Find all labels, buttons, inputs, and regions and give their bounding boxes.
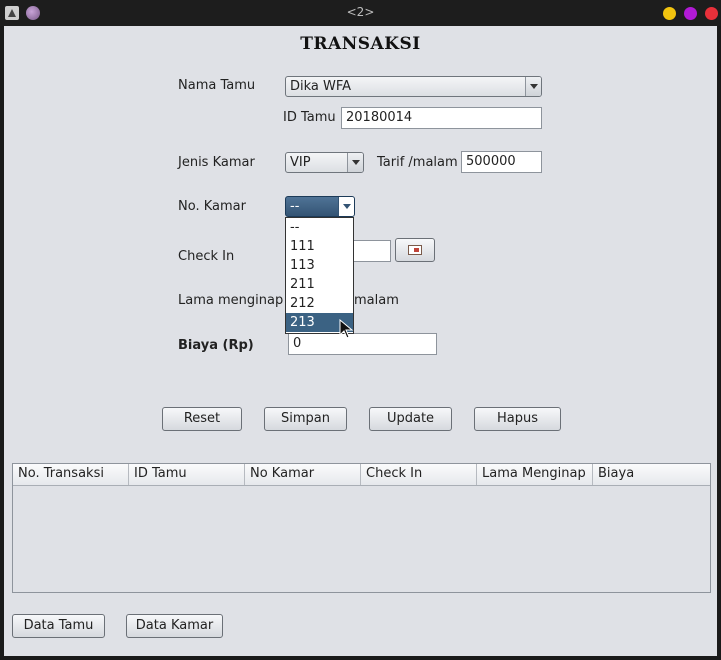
maximize-button[interactable]	[684, 7, 697, 20]
lama-menginap-unit: malam	[354, 293, 399, 308]
biaya-label: Biaya (Rp)	[178, 338, 254, 353]
data-tamu-button[interactable]: Data Tamu	[12, 614, 105, 638]
page-title: TRANSAKSI	[300, 34, 421, 54]
calendar-icon	[408, 245, 422, 255]
column-header-check-in[interactable]: Check In	[361, 464, 477, 485]
table-header: No. Transaksi ID Tamu No Kamar Check In …	[13, 464, 710, 486]
dropdown-option[interactable]: --	[286, 218, 353, 237]
no-kamar-select[interactable]: --	[285, 196, 355, 217]
dropdown-option[interactable]: 211	[286, 275, 353, 294]
jenis-kamar-value: VIP	[290, 155, 311, 170]
jenis-kamar-label: Jenis Kamar	[178, 155, 255, 170]
window-title: <2>	[346, 5, 375, 19]
transaksi-table[interactable]: No. Transaksi ID Tamu No Kamar Check In …	[12, 463, 711, 593]
dropdown-option[interactable]: 212	[286, 294, 353, 313]
no-kamar-label: No. Kamar	[178, 199, 246, 214]
main-window: TRANSAKSI Nama Tamu Dika WFA ID Tamu 201…	[4, 26, 717, 656]
no-kamar-dropdown[interactable]: -- 111 113 211 212 213	[285, 217, 354, 334]
reset-button[interactable]: Reset	[162, 407, 242, 431]
tarif-label: Tarif /malam	[377, 155, 458, 170]
column-header-id-tamu[interactable]: ID Tamu	[129, 464, 245, 485]
column-header-lama-menginap[interactable]: Lama Menginap	[477, 464, 593, 485]
update-button[interactable]: Update	[369, 407, 452, 431]
nama-tamu-value: Dika WFA	[290, 79, 352, 94]
dropdown-option[interactable]: 113	[286, 256, 353, 275]
biaya-field[interactable]: 0	[288, 333, 437, 355]
jenis-kamar-select[interactable]: VIP	[285, 152, 364, 173]
minimize-button[interactable]	[663, 7, 676, 20]
column-header-no-kamar[interactable]: No Kamar	[245, 464, 361, 485]
chevron-down-icon[interactable]	[525, 77, 541, 96]
title-bar: <2>	[0, 0, 721, 26]
column-header-biaya[interactable]: Biaya	[593, 464, 710, 485]
data-kamar-button[interactable]: Data Kamar	[126, 614, 223, 638]
dropdown-option[interactable]: 111	[286, 237, 353, 256]
id-tamu-field[interactable]: 20180014	[341, 107, 542, 129]
nama-tamu-select[interactable]: Dika WFA	[285, 76, 542, 97]
check-in-label: Check In	[178, 249, 235, 264]
tarif-field[interactable]: 500000	[461, 151, 542, 173]
simpan-button[interactable]: Simpan	[264, 407, 347, 431]
mouse-pointer-icon	[339, 319, 354, 339]
nama-tamu-label: Nama Tamu	[178, 78, 256, 93]
chevron-down-icon[interactable]	[338, 197, 354, 216]
no-kamar-value: --	[290, 199, 300, 214]
chevron-down-icon[interactable]	[347, 153, 363, 172]
date-picker-button[interactable]	[395, 238, 435, 262]
id-tamu-label: ID Tamu	[283, 110, 336, 125]
close-button[interactable]	[705, 7, 718, 20]
lama-menginap-label: Lama menginap	[178, 293, 284, 308]
column-header-no-transaksi[interactable]: No. Transaksi	[13, 464, 129, 485]
hapus-button[interactable]: Hapus	[474, 407, 561, 431]
